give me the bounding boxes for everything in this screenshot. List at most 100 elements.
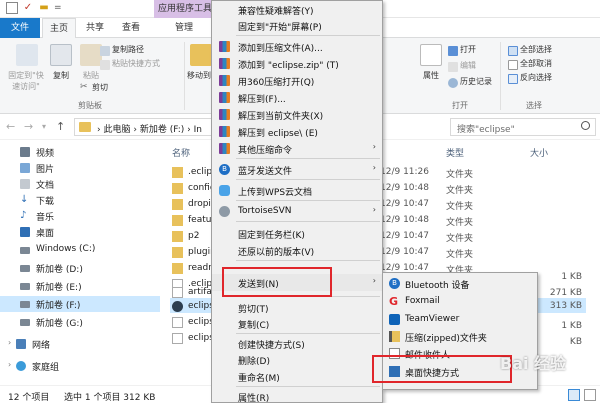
select-all-icon: [508, 46, 518, 56]
nav-item-homegroup[interactable]: › 家庭组: [0, 358, 160, 374]
menu-item-pin-taskbar[interactable]: 固定到任务栏(K): [212, 225, 382, 242]
menu-item-other-compress[interactable]: 其他压缩命令 ›: [212, 140, 382, 157]
tab-file[interactable]: 文件: [0, 18, 40, 38]
forward-arrow-icon[interactable]: →: [24, 120, 33, 133]
menu-item-restore-versions[interactable]: 还原以前的版本(V): [212, 242, 382, 259]
menu-item-copy[interactable]: 复制(C): [212, 315, 382, 332]
menu-item-delete[interactable]: 删除(D): [212, 351, 382, 368]
nav-item-downloads[interactable]: ↓ 下载: [0, 192, 160, 208]
menu-item-open-360[interactable]: 用360压缩打开(Q): [212, 72, 382, 89]
drive-icon: [20, 301, 30, 308]
list-item[interactable]: p2: [188, 231, 199, 241]
menu-item-extract-to[interactable]: 解压到(F)...: [212, 89, 382, 106]
list-item[interactable]: dropi: [188, 199, 211, 209]
tab-share[interactable]: 共享: [80, 18, 110, 38]
column-header-type[interactable]: 类型: [446, 146, 464, 159]
nav-item-documents[interactable]: 文档: [0, 176, 160, 192]
tab-home[interactable]: 主页: [42, 18, 76, 39]
breadcrumb-this-pc[interactable]: 此电脑: [103, 125, 130, 135]
column-header-size[interactable]: 大小: [530, 146, 548, 159]
cut-button[interactable]: 剪切: [92, 82, 108, 93]
chevron-right-icon[interactable]: ›: [8, 338, 11, 347]
menu-item-tortoisesvn[interactable]: TortoiseSVN ›: [212, 203, 382, 220]
edit-button[interactable]: 编辑: [460, 60, 476, 71]
move-to-icon[interactable]: [190, 44, 212, 66]
menu-item-cut[interactable]: 剪切(T): [212, 299, 382, 316]
submenu-item-foxmail[interactable]: G Foxmail: [383, 293, 537, 310]
nav-item-drive-e[interactable]: 新加卷 (E:): [0, 278, 160, 294]
list-item[interactable]: plugir: [188, 247, 214, 257]
up-arrow-icon[interactable]: ↑: [56, 120, 65, 133]
menu-item-add-archive[interactable]: 添加到压缩文件(A)...: [212, 38, 382, 55]
large-icons-view-icon[interactable]: [584, 389, 596, 401]
pin-icon[interactable]: [16, 44, 38, 66]
nav-item-videos[interactable]: 视频: [0, 144, 160, 160]
list-item-selected[interactable]: eclips: [188, 301, 214, 311]
menu-item-pin-start[interactable]: 固定到"开始"屏幕(P): [212, 17, 382, 34]
pictures-icon: [20, 163, 30, 173]
open-button[interactable]: 打开: [460, 44, 476, 55]
submenu-item-teamviewer[interactable]: TeamViewer: [383, 311, 537, 328]
invert-selection-button[interactable]: 反向选择: [520, 72, 552, 83]
list-item[interactable]: artifa: [188, 287, 212, 297]
paste-shortcut-button[interactable]: 粘贴快捷方式: [112, 58, 160, 69]
recent-dropdown-icon[interactable]: ▾: [42, 122, 46, 131]
bluetooth-icon: B: [389, 278, 400, 289]
list-item[interactable]: eclips: [188, 317, 214, 327]
navigation-pane: 视频 图片 文档 ↓ 下载 ♪ 音乐 桌面 Windows (C:) 新加卷 (D:…: [0, 140, 160, 385]
list-item[interactable]: .eclip: [188, 167, 212, 177]
nav-item-drive-f[interactable]: 新加卷 (F:): [0, 296, 160, 312]
history-button[interactable]: 历史记录: [460, 76, 492, 87]
breadcrumb-folder[interactable]: In: [194, 125, 202, 135]
tab-view[interactable]: 查看: [116, 18, 146, 38]
list-item[interactable]: eclips: [188, 333, 214, 343]
highlight-box-send-to: [222, 267, 332, 297]
archive-icon: [219, 58, 230, 69]
menu-item-compat-troubleshoot[interactable]: 兼容性疑难解答(Y): [212, 1, 382, 18]
quick-access-dropdown-icon[interactable]: =: [54, 2, 66, 14]
nav-item-drive-c[interactable]: Windows (C:): [0, 242, 160, 258]
paste-button[interactable]: 粘贴: [76, 70, 106, 81]
nav-item-pictures[interactable]: 图片: [0, 160, 160, 176]
download-icon: ↓: [20, 194, 29, 205]
submenu-item-zip-folder[interactable]: 压缩(zipped)文件夹: [383, 328, 537, 345]
folder-icon: [172, 263, 183, 274]
move-to-button[interactable]: 移动到: [186, 70, 212, 81]
nav-item-drive-g[interactable]: 新加卷 (G:): [0, 314, 160, 330]
nav-item-network[interactable]: › 网络: [0, 336, 160, 352]
details-view-icon[interactable]: [568, 389, 580, 401]
properties-button[interactable]: 属性: [418, 70, 444, 81]
nav-item-music[interactable]: ♪ 音乐: [0, 208, 160, 224]
menu-item-extract-here[interactable]: 解压到当前文件夹(X): [212, 106, 382, 123]
menu-item-bluetooth-send[interactable]: B 蓝牙发送文件 ›: [212, 161, 382, 178]
menu-item-rename[interactable]: 重命名(M): [212, 368, 382, 385]
archive-icon: [219, 41, 230, 52]
search-input[interactable]: 搜索"eclipse": [450, 118, 596, 136]
address-box[interactable]: › 此电脑 › 新加卷 (F:) › In: [74, 118, 218, 136]
nav-item-desktop[interactable]: 桌面: [0, 224, 160, 240]
breadcrumb-drive-f[interactable]: 新加卷 (F:): [140, 125, 184, 135]
paste-icon[interactable]: [80, 44, 102, 66]
properties-quick-icon[interactable]: [6, 2, 18, 14]
checkmark-icon[interactable]: ✓: [22, 2, 34, 14]
select-all-button[interactable]: 全部选择: [520, 44, 552, 55]
back-arrow-icon[interactable]: ←: [6, 120, 15, 133]
menu-item-wps-upload[interactable]: 上传到WPS云文档: [212, 182, 382, 199]
nav-item-drive-d[interactable]: 新加卷 (D:): [0, 260, 160, 276]
select-none-button[interactable]: 全部取消: [520, 58, 552, 69]
copy-icon[interactable]: [50, 44, 72, 66]
menu-item-properties[interactable]: 属性(R): [212, 388, 382, 403]
tab-manage[interactable]: 管理: [164, 18, 204, 38]
submenu-item-bluetooth[interactable]: B Bluetooth 设备: [383, 275, 537, 292]
chevron-right-icon[interactable]: ›: [8, 360, 11, 369]
copy-path-button[interactable]: 复制路径: [112, 44, 144, 55]
menu-item-add-zip[interactable]: 添加到 "eclipse.zip" (T): [212, 55, 382, 72]
folder-icon: [172, 199, 183, 210]
select-none-icon: [508, 60, 518, 70]
properties-icon[interactable]: [420, 44, 442, 66]
menu-item-extract-folder[interactable]: 解压到 eclipse\ (E): [212, 123, 382, 140]
column-header-name[interactable]: 名称: [172, 146, 190, 159]
menu-item-create-shortcut[interactable]: 创建快捷方式(S): [212, 335, 382, 352]
folder-quick-icon[interactable]: ▬: [38, 2, 50, 14]
copy-button[interactable]: 复制: [48, 70, 74, 81]
